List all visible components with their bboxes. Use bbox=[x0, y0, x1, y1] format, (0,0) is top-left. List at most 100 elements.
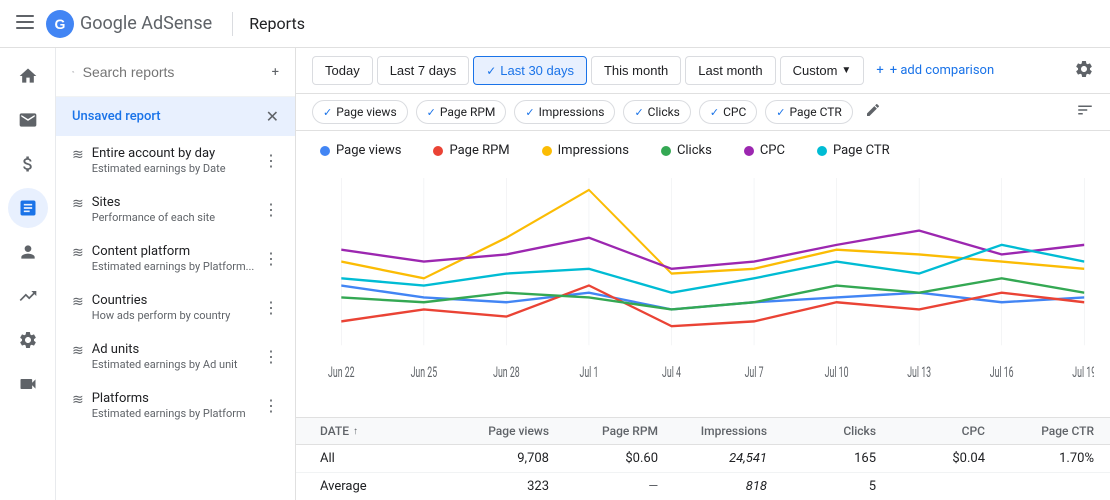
sidebar-item-0[interactable]: ≋ Entire account by day Estimated earnin… bbox=[56, 136, 295, 185]
table-row-1: Average 323 — 818 5 bbox=[296, 473, 1110, 500]
filter-chip-cpc[interactable]: ✓CPC bbox=[699, 100, 757, 124]
filter-chip-impressions[interactable]: ✓Impressions bbox=[514, 100, 615, 124]
sidebar-search-bar: + bbox=[56, 48, 295, 97]
menu-icon[interactable] bbox=[16, 13, 34, 35]
svg-text:Jul 7: Jul 7 bbox=[745, 364, 764, 381]
this-month-button[interactable]: This month bbox=[591, 56, 681, 85]
legend-dot-3 bbox=[661, 146, 671, 156]
nav-video[interactable] bbox=[8, 364, 48, 404]
nav-money[interactable] bbox=[8, 144, 48, 184]
add-report-button[interactable]: + bbox=[272, 60, 279, 84]
header-pagectr[interactable]: Page CTR bbox=[1001, 424, 1110, 438]
sidebar-item-title-0: Entire account by day bbox=[92, 146, 226, 161]
sidebar-item-sub-1: Performance of each site bbox=[92, 211, 215, 224]
main-layout: + Unsaved report ✕ ≋ Entire account by d… bbox=[0, 48, 1110, 500]
sidebar-item-3[interactable]: ≋ Countries How ads perform by country ⋮ bbox=[56, 283, 295, 332]
sidebar-item-more-2[interactable]: ⋮ bbox=[263, 249, 279, 268]
svg-text:Jun 28: Jun 28 bbox=[493, 364, 520, 381]
today-button[interactable]: Today bbox=[312, 56, 373, 85]
sidebar-item-icon-2: ≋ bbox=[72, 245, 84, 261]
sidebar-item-2[interactable]: ≋ Content platform Estimated earnings by… bbox=[56, 234, 295, 283]
add-comparison-button[interactable]: + + add comparison bbox=[868, 57, 1002, 84]
header-clicks[interactable]: Clicks bbox=[783, 424, 892, 438]
header-pagerpm[interactable]: Page RPM bbox=[565, 424, 674, 438]
sidebar-item-more-3[interactable]: ⋮ bbox=[263, 298, 279, 317]
nav-settings[interactable] bbox=[8, 320, 48, 360]
data-table: DATE ↑ Page views Page RPM Impressions C… bbox=[296, 417, 1110, 500]
last-month-button[interactable]: Last month bbox=[685, 56, 775, 85]
legend-item-0: Page views bbox=[320, 143, 401, 158]
sidebar-item-more-5[interactable]: ⋮ bbox=[263, 396, 279, 415]
logo-text: Google AdSense bbox=[80, 13, 212, 34]
sidebar-item-icon-4: ≋ bbox=[72, 343, 84, 359]
search-input[interactable] bbox=[83, 64, 264, 80]
nav-person[interactable] bbox=[8, 232, 48, 272]
sidebar-item-sub-0: Estimated earnings by Date bbox=[92, 162, 226, 175]
chart-legend: Page views Page RPM Impressions Clicks C… bbox=[296, 131, 1110, 162]
date-buttons: Today Last 7 days ✓ Last 30 days This mo… bbox=[312, 56, 1002, 85]
cell-pageviews: 323 bbox=[456, 479, 565, 494]
edit-metrics-button[interactable] bbox=[865, 102, 881, 122]
sidebar-item-more-0[interactable]: ⋮ bbox=[263, 151, 279, 170]
chip-label-1: Page RPM bbox=[440, 105, 496, 119]
chip-label-2: Impressions bbox=[539, 105, 605, 119]
filter-more-button[interactable] bbox=[1076, 101, 1094, 123]
legend-item-3: Clicks bbox=[661, 143, 712, 158]
header-pageviews[interactable]: Page views bbox=[456, 424, 565, 438]
cell-impressions: 818 bbox=[674, 479, 783, 494]
filter-bar: ✓Page views✓Page RPM✓Impressions✓Clicks✓… bbox=[296, 94, 1110, 131]
cell-pagerpm: — bbox=[648, 479, 658, 494]
filter-chip-page-rpm[interactable]: ✓Page RPM bbox=[416, 100, 507, 124]
last-7-days-button[interactable]: Last 7 days bbox=[377, 56, 470, 85]
settings-button[interactable] bbox=[1074, 59, 1094, 83]
sidebar-item-5[interactable]: ≋ Platforms Estimated earnings by Platfo… bbox=[56, 381, 295, 430]
nav-reports[interactable] bbox=[8, 188, 48, 228]
sidebar-item-content-2: ≋ Content platform Estimated earnings by… bbox=[72, 244, 254, 273]
legend-dot-4 bbox=[744, 146, 754, 156]
filter-chip-clicks[interactable]: ✓Clicks bbox=[623, 100, 690, 124]
chevron-down-icon: ▼ bbox=[841, 65, 851, 76]
filter-chip-page-views[interactable]: ✓Page views bbox=[312, 100, 408, 124]
sidebar-item-sub-2: Estimated earnings by Platform... bbox=[92, 260, 255, 273]
search-icon bbox=[72, 64, 75, 80]
filter-chip-page-ctr[interactable]: ✓Page CTR bbox=[765, 100, 853, 124]
sidebar-item-content-1: ≋ Sites Performance of each site bbox=[72, 195, 215, 224]
legend-dot-2 bbox=[542, 146, 552, 156]
unsaved-report-item[interactable]: Unsaved report ✕ bbox=[56, 97, 295, 136]
sidebar-item-title-1: Sites bbox=[92, 195, 215, 210]
legend-item-1: Page RPM bbox=[433, 143, 509, 158]
last-30-days-button[interactable]: ✓ Last 30 days bbox=[473, 56, 587, 85]
sort-icon: ↑ bbox=[353, 426, 358, 437]
chip-check-3: ✓ bbox=[634, 106, 643, 119]
check-icon: ✓ bbox=[486, 64, 496, 78]
legend-dot-5 bbox=[817, 146, 827, 156]
nav-trending[interactable] bbox=[8, 276, 48, 316]
legend-label-4: CPC bbox=[760, 143, 785, 158]
sidebar-item-more-1[interactable]: ⋮ bbox=[263, 200, 279, 219]
cell-date: Average bbox=[296, 479, 456, 494]
svg-text:Jun 25: Jun 25 bbox=[411, 364, 438, 381]
cell-pagerpm-wrap: $0.60 bbox=[565, 451, 674, 466]
legend-dot-0 bbox=[320, 146, 330, 156]
close-unsaved-button[interactable]: ✕ bbox=[266, 107, 279, 126]
svg-text:Jul 13: Jul 13 bbox=[907, 364, 931, 381]
nav-home[interactable] bbox=[8, 56, 48, 96]
svg-text:Jul 1: Jul 1 bbox=[579, 364, 598, 381]
svg-text:Jul 4: Jul 4 bbox=[662, 364, 681, 381]
svg-text:Jul 19: Jul 19 bbox=[1072, 364, 1094, 381]
header-date[interactable]: DATE ↑ bbox=[296, 424, 456, 438]
header-impressions[interactable]: Impressions bbox=[674, 424, 783, 438]
nav-mail[interactable] bbox=[8, 100, 48, 140]
sidebar-items: ≋ Entire account by day Estimated earnin… bbox=[56, 136, 295, 430]
sidebar-item-more-4[interactable]: ⋮ bbox=[263, 347, 279, 366]
sidebar-item-1[interactable]: ≋ Sites Performance of each site ⋮ bbox=[56, 185, 295, 234]
cell-clicks: 5 bbox=[783, 479, 892, 494]
sidebar-item-4[interactable]: ≋ Ad units Estimated earnings by Ad unit… bbox=[56, 332, 295, 381]
header-cpc[interactable]: CPC bbox=[892, 424, 1001, 438]
sidebar-item-title-4: Ad units bbox=[92, 342, 238, 357]
cell-date: All bbox=[296, 451, 456, 466]
cell-clicks: 165 bbox=[783, 451, 892, 466]
legend-item-5: Page CTR bbox=[817, 143, 890, 158]
google-adsense-logo: G Google AdSense bbox=[46, 10, 212, 38]
custom-button[interactable]: Custom ▼ bbox=[780, 56, 865, 85]
